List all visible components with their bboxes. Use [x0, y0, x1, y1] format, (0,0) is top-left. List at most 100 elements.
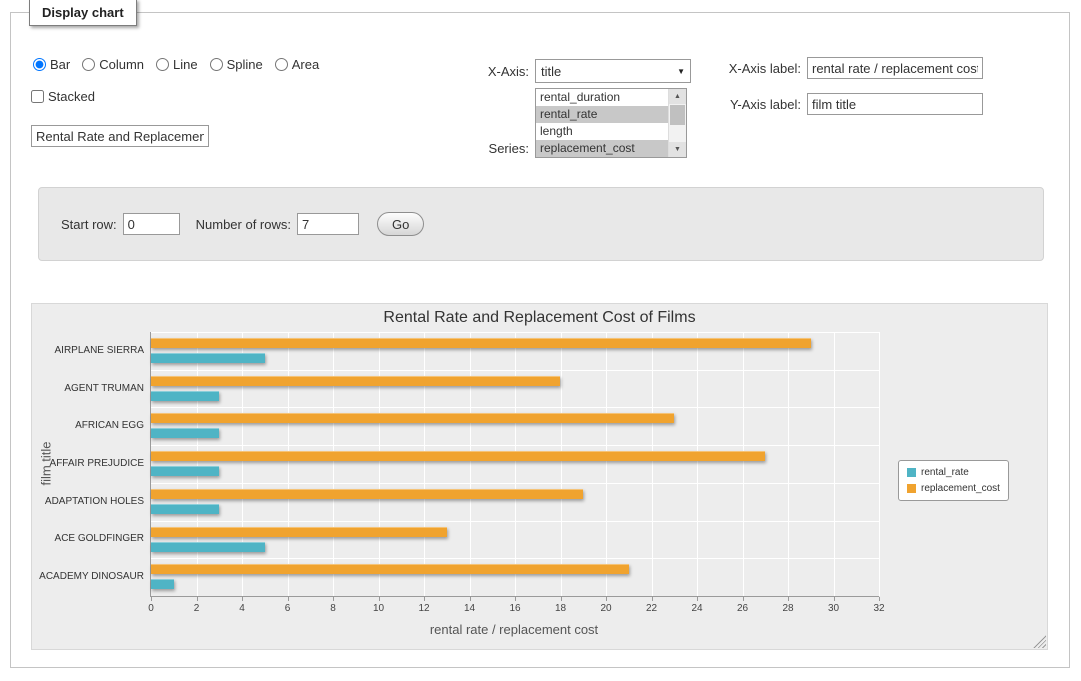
- chart-type-group: Bar Column Line Spline Area: [33, 57, 331, 72]
- bar-rental_rate[interactable]: [151, 391, 219, 401]
- gridline-vertical: [606, 332, 607, 596]
- gridline-vertical: [561, 332, 562, 596]
- x-tick-mark: [151, 597, 152, 601]
- bar-replacement_cost[interactable]: [151, 338, 811, 348]
- scrollbar-thumb[interactable]: [670, 105, 685, 125]
- category-label: ACADEMY DINOSAUR: [36, 571, 144, 582]
- series-label: Series:: [441, 141, 529, 156]
- bar-replacement_cost[interactable]: [151, 376, 560, 386]
- x-tick-label: 20: [591, 603, 621, 614]
- x-axis-select-label: X-Axis:: [441, 64, 529, 79]
- category-label: AFFAIR PREJUDICE: [36, 458, 144, 469]
- x-tick-label: 24: [682, 603, 712, 614]
- x-tick-label: 28: [773, 603, 803, 614]
- gridline-horizontal: [151, 483, 879, 484]
- legend-item-replacement_cost[interactable]: replacement_cost: [907, 483, 1000, 494]
- x-tick-label: 30: [819, 603, 849, 614]
- stacked-checkbox[interactable]: [31, 90, 44, 103]
- resize-grip-icon[interactable]: [1033, 635, 1046, 648]
- series-option-rental_rate[interactable]: rental_rate: [536, 106, 669, 123]
- bar-rental_rate[interactable]: [151, 353, 265, 363]
- bar-rental_rate[interactable]: [151, 466, 219, 476]
- x-tick-label: 14: [455, 603, 485, 614]
- x-tick-label: 18: [546, 603, 576, 614]
- chart-type-radio-column[interactable]: [82, 58, 95, 71]
- series-option-rental_duration[interactable]: rental_duration: [536, 89, 669, 106]
- stacked-option[interactable]: Stacked: [31, 89, 95, 104]
- x-tick-mark: [879, 597, 880, 601]
- chart-container: Rental Rate and Replacement Cost of Film…: [31, 303, 1048, 650]
- chart-type-option-column[interactable]: Column: [82, 57, 144, 72]
- gridline-vertical: [197, 332, 198, 596]
- bar-rental_rate[interactable]: [151, 579, 174, 589]
- chart-type-option-bar[interactable]: Bar: [33, 57, 70, 72]
- stacked-label: Stacked: [48, 89, 95, 104]
- scroll-down-icon: ▼: [674, 146, 681, 153]
- dropdown-arrow-icon: ▼: [677, 67, 685, 76]
- chart-type-radio-area[interactable]: [275, 58, 288, 71]
- gridline-horizontal: [151, 370, 879, 371]
- chart-title-input[interactable]: [31, 125, 209, 147]
- category-label: AFRICAN EGG: [36, 420, 144, 431]
- category-label: ADAPTATION HOLES: [36, 496, 144, 507]
- x-axis-select-row: X-Axis: title ▼: [441, 59, 691, 83]
- chart-title: Rental Rate and Replacement Cost of Film…: [32, 309, 1047, 327]
- x-tick-mark: [788, 597, 789, 601]
- gridline-horizontal: [151, 521, 879, 522]
- gridline-vertical: [424, 332, 425, 596]
- series-scrollbar[interactable]: ▲ ▼: [668, 89, 686, 157]
- chart-legend: rental_rate replacement_cost: [898, 460, 1009, 501]
- chart-type-option-area[interactable]: Area: [275, 57, 319, 72]
- x-tick-label: 10: [364, 603, 394, 614]
- num-rows-input[interactable]: [297, 213, 359, 235]
- x-tick-mark: [743, 597, 744, 601]
- series-listbox[interactable]: rental_durationrental_ratelengthreplacem…: [535, 88, 687, 158]
- display-chart-fieldset: Display chart BarColumnLineSplineArea St…: [10, 12, 1070, 668]
- x-tick-mark: [197, 597, 198, 601]
- start-row-input[interactable]: [123, 213, 180, 235]
- legend-label: replacement_cost: [921, 483, 1000, 494]
- y-axis-label-label: Y-Axis label:: [711, 97, 801, 112]
- bar-replacement_cost[interactable]: [151, 564, 629, 574]
- chart-type-radio-spline[interactable]: [210, 58, 223, 71]
- bar-rental_rate[interactable]: [151, 504, 219, 514]
- x-axis-select[interactable]: title ▼: [535, 59, 691, 83]
- series-option-replacement_cost[interactable]: replacement_cost: [536, 140, 669, 157]
- legend-item-rental_rate[interactable]: rental_rate: [907, 467, 1000, 478]
- legend-swatch-icon: [907, 484, 916, 493]
- x-axis-title: rental rate / replacement cost: [150, 622, 878, 637]
- gridline-vertical: [288, 332, 289, 596]
- bar-replacement_cost[interactable]: [151, 413, 674, 423]
- x-axis-label-field: X-Axis label:: [711, 57, 983, 79]
- y-axis-label-input[interactable]: [807, 93, 983, 115]
- x-tick-mark: [697, 597, 698, 601]
- scroll-down-button[interactable]: ▼: [669, 142, 686, 157]
- bar-replacement_cost[interactable]: [151, 489, 583, 499]
- bar-rental_rate[interactable]: [151, 428, 219, 438]
- bar-rental_rate[interactable]: [151, 542, 265, 552]
- series-option-length[interactable]: length: [536, 123, 669, 140]
- bar-replacement_cost[interactable]: [151, 451, 765, 461]
- x-tick-label: 32: [864, 603, 894, 614]
- x-tick-mark: [424, 597, 425, 601]
- chart-type-radio-line[interactable]: [156, 58, 169, 71]
- x-tick-label: 6: [273, 603, 303, 614]
- x-axis-selected-value: title: [541, 64, 561, 79]
- x-axis-label-input[interactable]: [807, 57, 983, 79]
- gridline-horizontal: [151, 445, 879, 446]
- gridline-vertical: [379, 332, 380, 596]
- chart-type-option-line[interactable]: Line: [156, 57, 198, 72]
- scroll-up-button[interactable]: ▲: [669, 89, 686, 104]
- bar-replacement_cost[interactable]: [151, 527, 447, 537]
- x-tick-label: 16: [500, 603, 530, 614]
- x-tick-mark: [561, 597, 562, 601]
- x-tick-label: 22: [637, 603, 667, 614]
- x-tick-label: 12: [409, 603, 439, 614]
- legend-label: rental_rate: [921, 467, 969, 478]
- chart-type-option-spline[interactable]: Spline: [210, 57, 263, 72]
- chart-type-radio-bar[interactable]: [33, 58, 46, 71]
- go-button[interactable]: Go: [377, 212, 424, 236]
- gridline-horizontal: [151, 332, 879, 333]
- series-options: rental_durationrental_ratelengthreplacem…: [536, 89, 669, 157]
- row-control-panel: Start row: Number of rows: Go: [38, 187, 1044, 261]
